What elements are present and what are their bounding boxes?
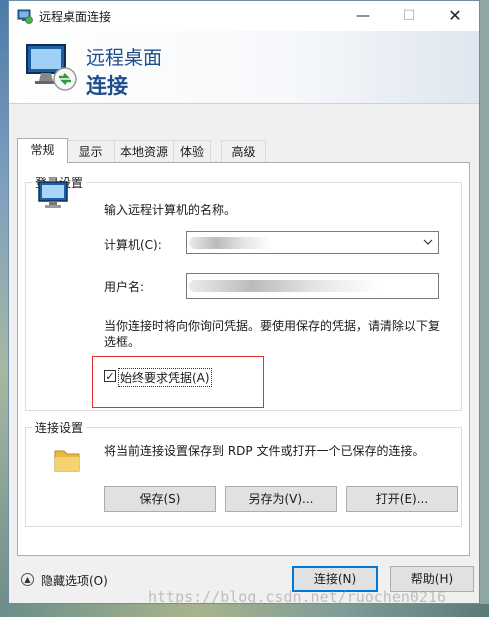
redacted-blur (189, 280, 379, 292)
credentials-note-line2: 选框。 (104, 335, 141, 349)
remote-desktop-window: 远程桌面连接 — ☐ ✕ 远程桌面 连接 常规 显示 本地资源 体验 高级 登录… (8, 0, 480, 604)
instruction-text: 输入远程计算机的名称。 (104, 203, 237, 217)
minimize-button[interactable]: — (340, 1, 386, 31)
tab-display[interactable]: 显示 (66, 140, 115, 162)
connection-settings-title: 连接设置 (32, 419, 87, 436)
header-banner: 远程桌面 连接 (9, 31, 479, 104)
username-input[interactable] (186, 273, 439, 299)
computer-combobox[interactable] (186, 231, 439, 254)
tab-panel-general: 登录设置 输入远程计算机的名称。 计算机(C): 用户名: 当你连接时将向你询问… (17, 162, 470, 556)
watermark: https://blog.csdn.net/ruochen0216 (148, 588, 447, 606)
collapse-up-icon: ▲ (21, 573, 34, 586)
maximize-button[interactable]: ☐ (386, 1, 432, 31)
always-ask-credentials-label[interactable]: 始终要求凭据(A) (118, 368, 212, 387)
banner-title-line1: 远程桌面 (86, 47, 163, 69)
tab-experience[interactable]: 体验 (173, 140, 211, 162)
folder-icon (54, 450, 80, 472)
remote-desktop-icon (26, 44, 77, 91)
save-as-button[interactable]: 另存为(V)... (225, 486, 337, 512)
tab-local-resources[interactable]: 本地资源 (114, 140, 174, 162)
connection-description: 将当前连接设置保存到 RDP 文件或打开一个已保存的连接。 (104, 444, 425, 458)
redacted-blur (189, 237, 271, 249)
username-label: 用户名: (104, 280, 145, 294)
save-button[interactable]: 保存(S) (104, 486, 216, 512)
computer-icon (38, 181, 68, 208)
credentials-note-line1: 当你连接时将向你询问凭据。要使用保存的凭据，请清除以下复 (104, 319, 441, 333)
title-bar: 远程桌面连接 — ☐ ✕ (9, 1, 479, 31)
computer-label: 计算机(C): (104, 238, 162, 252)
chevron-down-icon[interactable] (423, 235, 433, 249)
hide-options-label: 隐藏选项(O) (41, 574, 108, 588)
close-button[interactable]: ✕ (432, 1, 478, 31)
always-ask-credentials-checkbox[interactable]: ✓ (104, 370, 116, 382)
remote-desktop-icon (17, 9, 33, 24)
tab-advanced[interactable]: 高级 (221, 140, 266, 162)
banner-title-line2: 连接 (86, 74, 128, 98)
window-title: 远程桌面连接 (39, 10, 112, 24)
tab-general[interactable]: 常规 (17, 138, 68, 163)
open-button[interactable]: 打开(E)... (346, 486, 458, 512)
